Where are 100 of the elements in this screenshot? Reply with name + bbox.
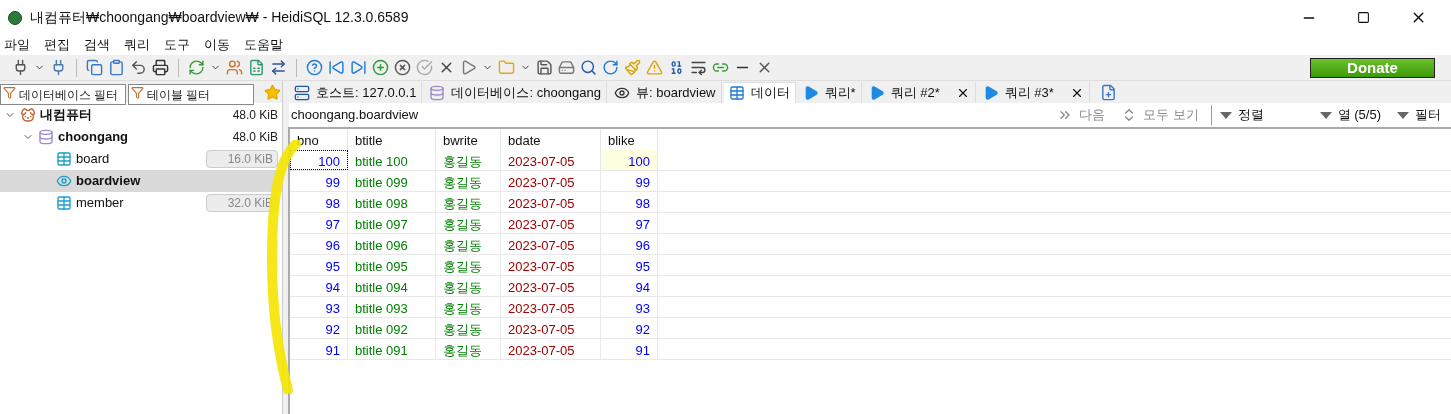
copy-icon[interactable] (86, 59, 103, 76)
paste-icon[interactable] (108, 59, 125, 76)
database-icon (429, 84, 446, 101)
column-header[interactable]: bwrite (436, 129, 501, 150)
filter-icon (3, 85, 16, 99)
table-cell: 91 (290, 339, 348, 359)
table-cell: 2023-07-05 (501, 171, 601, 191)
table-cell: 홍길동 (436, 192, 501, 212)
filter-icon (131, 85, 144, 99)
grid-tool-button[interactable]: 정렬 (1210, 105, 1272, 125)
save-icon[interactable] (536, 59, 553, 76)
database-icon (38, 129, 54, 145)
table-cell: 2023-07-05 (501, 255, 601, 275)
table-cell: btitle 093 (348, 297, 436, 317)
caret-icon (1319, 111, 1332, 119)
table-cell: 93 (601, 297, 658, 317)
table-cell: 97 (290, 213, 348, 233)
filter-field[interactable]: 데이터베이스 필터 (0, 84, 126, 105)
filter-field[interactable]: 테이블 필터 (128, 84, 254, 105)
table-cell: btitle 095 (348, 255, 436, 275)
transfer-icon[interactable] (270, 59, 287, 76)
new-query-icon[interactable] (1099, 84, 1117, 101)
table-cell: 91 (601, 339, 658, 359)
table-cell: btitle 096 (348, 234, 436, 254)
table-cell: btitle 100 (348, 150, 436, 170)
table-cell: 홍길동 (436, 339, 501, 359)
tree-label: 내컴퓨터 (40, 106, 92, 125)
search-icon[interactable] (580, 59, 597, 76)
check-icon[interactable] (416, 59, 433, 76)
grid-tool-button[interactable]: 필터 (1389, 105, 1449, 125)
table-cell: 홍길동 (436, 276, 501, 296)
tab-label: 쿼리* (824, 83, 856, 102)
table-cell: 100 (290, 150, 348, 170)
tab-label: 쿼리 #3* (1004, 83, 1054, 102)
table-cell: 92 (290, 318, 348, 338)
table-cell: 94 (601, 276, 658, 296)
grid-icon (728, 85, 745, 101)
tab-label: 쿼리 #2* (890, 83, 940, 102)
table-cell: 99 (290, 171, 348, 191)
table-cell: 2023-07-05 (501, 213, 601, 233)
star-icon[interactable] (264, 83, 281, 101)
drive-icon[interactable] (558, 59, 575, 76)
table-cell: 96 (290, 234, 348, 254)
tab[interactable]: 데이터 (723, 82, 796, 103)
warning-icon[interactable] (646, 59, 663, 76)
menu-item[interactable]: 쿼리 (124, 35, 150, 55)
first-icon[interactable] (328, 59, 345, 76)
eye-icon (56, 173, 72, 189)
column-header[interactable]: bno (290, 129, 348, 150)
brush-icon[interactable] (624, 59, 641, 76)
tree-label: choongang (58, 128, 129, 147)
menu-item[interactable]: 도움말 (244, 35, 283, 55)
users-icon[interactable] (226, 59, 243, 76)
undo-icon[interactable] (130, 59, 147, 76)
grid-tool-button[interactable]: 열 (5/5) (1311, 105, 1389, 125)
menu-item[interactable]: 도구 (164, 35, 190, 55)
tree-item[interactable]: board 16.0 KiB (0, 148, 282, 170)
table-cell: 98 (601, 192, 658, 212)
wrap-icon[interactable] (690, 59, 707, 76)
refresh-icon[interactable] (188, 59, 205, 76)
last-icon[interactable] (350, 59, 367, 76)
size-label: 16.0 KiB (206, 150, 278, 168)
table-cell: 96 (601, 234, 658, 254)
tree-item[interactable]: boardview (0, 170, 282, 192)
size-label: 48.0 KiB (232, 107, 278, 124)
window-title: 내컴퓨터₩choongang₩boardview₩ - HeidiSQL 12.3.0.6589 (30, 8, 409, 27)
tree-label: boardview (76, 172, 141, 191)
menu-item[interactable]: 파일 (4, 35, 30, 55)
maximize-icon[interactable] (1357, 11, 1370, 24)
column-header[interactable]: btitle (348, 129, 436, 150)
table-cell: 2023-07-05 (501, 339, 601, 359)
replace-icon[interactable] (602, 59, 619, 76)
tree-item[interactable]: choongang 48.0 KiB (0, 126, 282, 148)
menu-item[interactable]: 검색 (84, 35, 110, 55)
table-cell: btitle 099 (348, 171, 436, 191)
table-cell: 92 (601, 318, 658, 338)
table-icon (56, 195, 72, 211)
run-icon[interactable] (460, 59, 477, 76)
table-cell: 2023-07-05 (501, 276, 601, 296)
delete-icon[interactable] (394, 59, 411, 76)
menu-item[interactable]: 편집 (44, 35, 70, 55)
print-icon[interactable] (152, 59, 169, 76)
tree-item[interactable]: 내컴퓨터 48.0 KiB (0, 104, 282, 126)
tab-label: 데이터베이스: choongang (451, 83, 602, 102)
caret-icon (1397, 111, 1409, 119)
table-cell: 99 (601, 171, 658, 191)
table-cell: btitle 097 (348, 213, 436, 233)
tree-label: member (76, 194, 124, 213)
add-icon[interactable] (372, 59, 389, 76)
tree-label: board (76, 150, 110, 169)
column-header[interactable]: bdate (501, 129, 601, 150)
menu-item[interactable]: 이동 (204, 35, 230, 55)
table-cell: 홍길동 (436, 171, 501, 191)
csv-file-icon[interactable] (248, 59, 265, 76)
table-cell: btitle 098 (348, 192, 436, 212)
table-cell: 95 (601, 255, 658, 275)
help-icon[interactable] (306, 59, 323, 76)
server-icon (294, 84, 310, 101)
table-cell: 홍길동 (436, 255, 501, 275)
table-cell: 98 (290, 192, 348, 212)
